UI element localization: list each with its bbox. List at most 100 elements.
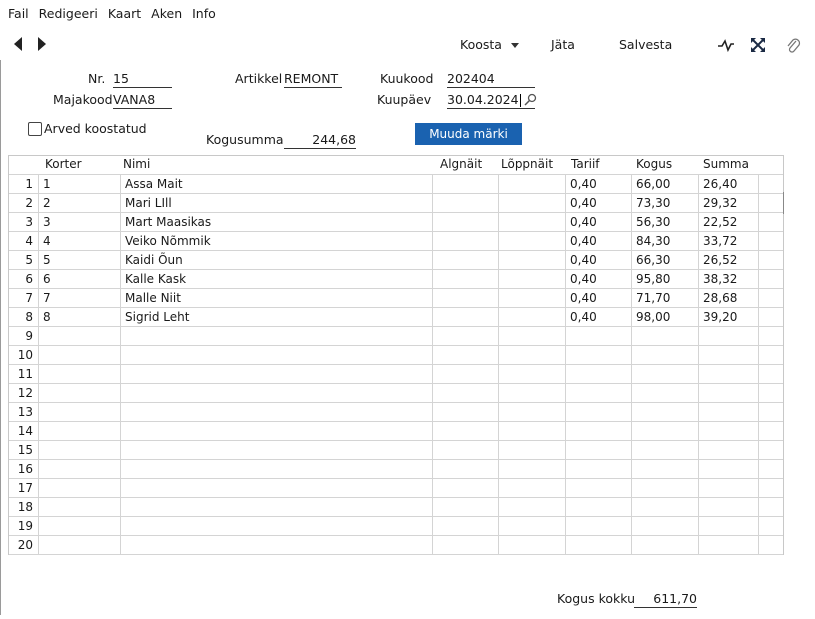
- jata-button[interactable]: Jäta: [551, 37, 575, 52]
- right-triangle-icon[interactable]: [38, 37, 46, 51]
- col-header-korter[interactable]: Korter: [45, 156, 82, 173]
- tariif-cell[interactable]: 0,40: [570, 175, 597, 193]
- tariif-cell[interactable]: 0,40: [570, 308, 597, 326]
- col-header-kogus[interactable]: Kogus: [636, 156, 672, 173]
- muuda-marki-button[interactable]: Muuda märki: [415, 123, 522, 145]
- korter-cell[interactable]: 8: [43, 308, 51, 326]
- row-number: 11: [17, 367, 33, 381]
- tariif-cell[interactable]: 0,40: [570, 213, 597, 231]
- nimi-cell[interactable]: Kalle Kask: [125, 270, 186, 288]
- kogus-cell[interactable]: 66,00: [636, 175, 670, 193]
- grid-hline: [9, 516, 783, 517]
- grid-hline: [9, 535, 783, 536]
- korter-cell[interactable]: 4: [43, 232, 51, 250]
- summa-cell[interactable]: 26,40: [703, 175, 737, 193]
- korter-cell[interactable]: 1: [43, 175, 51, 193]
- nimi-cell[interactable]: Assa Mait: [125, 175, 183, 193]
- salvesta-button[interactable]: Salvesta: [619, 37, 672, 52]
- nr-field[interactable]: 15: [113, 70, 172, 88]
- nimi-cell[interactable]: Malle Niit: [125, 289, 181, 307]
- chevron-down-icon: [510, 43, 519, 48]
- row-number: 1: [25, 177, 33, 191]
- nimi-cell[interactable]: Veiko Nõmmik: [125, 232, 211, 250]
- korter-cell[interactable]: 7: [43, 289, 51, 307]
- summa-cell[interactable]: 26,52: [703, 251, 737, 269]
- col-header-tariif[interactable]: Tariif: [571, 156, 600, 173]
- row-number: 12: [17, 386, 33, 400]
- kogus-cell[interactable]: 71,70: [636, 289, 670, 307]
- kuukood-field[interactable]: 202404: [447, 70, 535, 88]
- col-header-nimi[interactable]: Nimi: [123, 156, 150, 173]
- left-triangle-icon[interactable]: [14, 37, 22, 51]
- korter-cell[interactable]: 6: [43, 270, 51, 288]
- nimi-cell[interactable]: Sigrid Leht: [125, 308, 189, 326]
- row-number: 17: [17, 481, 33, 495]
- menu-kaart[interactable]: Kaart: [108, 6, 141, 21]
- summa-cell[interactable]: 28,68: [703, 289, 737, 307]
- summa-cell[interactable]: 29,32: [703, 194, 737, 212]
- data-grid: Korter Nimi Algnäit Lõppnäit Tariif Kogu…: [8, 155, 784, 555]
- nimi-cell[interactable]: Kaidi Õun: [125, 251, 183, 269]
- row-number: 19: [17, 519, 33, 533]
- grid-vline: [631, 174, 632, 554]
- kuupaev-value: 30.04.2024: [447, 92, 519, 107]
- expand-icon[interactable]: [750, 37, 766, 53]
- kogus-cell[interactable]: 95,80: [636, 270, 670, 288]
- scrollbar-thumb[interactable]: [783, 192, 784, 214]
- grid-hline: [9, 497, 783, 498]
- kogus-kokku-label: Kogus kokku: [557, 591, 636, 606]
- kogus-kokku-field: 611,70: [634, 590, 697, 608]
- majakood-label: Majakood: [53, 92, 113, 107]
- row-number: 14: [17, 424, 33, 438]
- magnifier-icon[interactable]: [524, 93, 537, 106]
- kogus-cell[interactable]: 84,30: [636, 232, 670, 250]
- summa-cell[interactable]: 22,52: [703, 213, 737, 231]
- tariif-cell[interactable]: 0,40: [570, 232, 597, 250]
- koosta-button[interactable]: Koosta: [460, 37, 519, 52]
- korter-cell[interactable]: 5: [43, 251, 51, 269]
- paperclip-icon[interactable]: [785, 37, 801, 55]
- row-number: 15: [17, 443, 33, 457]
- menu-aken[interactable]: Aken: [151, 6, 182, 21]
- tariif-cell[interactable]: 0,40: [570, 270, 597, 288]
- grid-vline: [758, 174, 759, 554]
- col-header-algnait[interactable]: Algnäit: [440, 156, 482, 173]
- col-header-summa[interactable]: Summa: [703, 156, 749, 173]
- row-number: 18: [17, 500, 33, 514]
- col-header-loppnait[interactable]: Lõppnäit: [501, 156, 553, 173]
- menu-info[interactable]: Info: [192, 6, 216, 21]
- nimi-cell[interactable]: Mart Maasikas: [125, 213, 211, 231]
- row-number: 5: [25, 253, 33, 267]
- nimi-cell[interactable]: Mari LIll: [125, 194, 172, 212]
- text-cursor: [519, 94, 521, 107]
- kogus-cell[interactable]: 73,30: [636, 194, 670, 212]
- koosta-label: Koosta: [460, 37, 502, 52]
- menu-fail[interactable]: Fail: [8, 6, 29, 21]
- summa-cell[interactable]: 33,72: [703, 232, 737, 250]
- tariif-cell[interactable]: 0,40: [570, 194, 597, 212]
- row-number: 6: [25, 272, 33, 286]
- kuupaev-field[interactable]: 30.04.2024: [447, 91, 535, 109]
- artikkel-field[interactable]: REMONT: [284, 70, 342, 88]
- kogus-cell[interactable]: 66,30: [636, 251, 670, 269]
- arved-checkbox[interactable]: [28, 122, 42, 136]
- artikkel-label: Artikkel: [235, 71, 283, 86]
- tariif-cell[interactable]: 0,40: [570, 289, 597, 307]
- korter-cell[interactable]: 3: [43, 213, 51, 231]
- summa-cell[interactable]: 39,20: [703, 308, 737, 326]
- menu-redigeeri[interactable]: Redigeeri: [39, 6, 98, 21]
- summa-cell[interactable]: 38,32: [703, 270, 737, 288]
- kuukood-label: Kuukood: [380, 71, 434, 86]
- menu-bar: Fail Redigeeri Kaart Aken Info: [0, 0, 815, 26]
- kogus-cell[interactable]: 56,30: [636, 213, 670, 231]
- tariif-cell[interactable]: 0,40: [570, 251, 597, 269]
- row-number: 3: [25, 215, 33, 229]
- kogus-cell[interactable]: 98,00: [636, 308, 670, 326]
- grid-hline: [9, 326, 783, 327]
- kogusumma-label: Kogusumma: [206, 132, 284, 147]
- nr-label: Nr.: [88, 71, 106, 86]
- korter-cell[interactable]: 2: [43, 194, 51, 212]
- majakood-field[interactable]: VANA8: [113, 91, 172, 109]
- grid-vline: [432, 174, 433, 554]
- activity-icon[interactable]: [717, 38, 735, 52]
